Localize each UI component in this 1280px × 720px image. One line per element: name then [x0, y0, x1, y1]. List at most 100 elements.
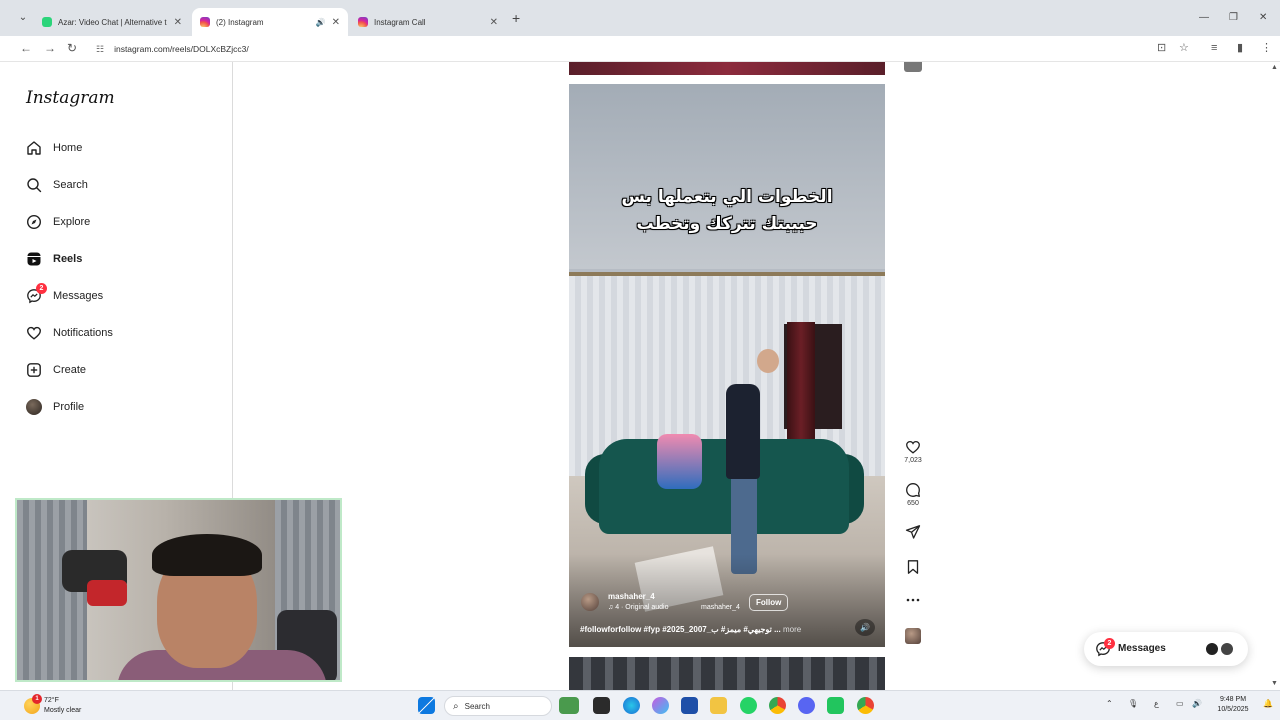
- follow-button[interactable]: Follow: [749, 594, 789, 611]
- sidebar-item-label: Explore: [53, 216, 91, 228]
- sidebar-item-explore[interactable]: Explore: [25, 210, 90, 234]
- widgets-icon[interactable]: [559, 697, 579, 714]
- close-tab-icon[interactable]: ✕: [174, 17, 182, 28]
- reload-icon[interactable]: ↻: [67, 41, 77, 55]
- caption-line: الخطوات الي بتعملها بس: [621, 187, 833, 207]
- task-view-icon[interactable]: [593, 697, 610, 714]
- tab-azar[interactable]: Azar: Video Chat | Alternative t ✕: [34, 8, 190, 36]
- like-count: 7,023: [904, 457, 922, 464]
- previous-reel-avatar[interactable]: [904, 62, 922, 72]
- forward-icon[interactable]: →: [44, 41, 56, 55]
- previous-reel-preview[interactable]: [569, 62, 885, 75]
- store-icon[interactable]: [681, 697, 698, 714]
- sidebar-item-label: Notifications: [53, 327, 113, 339]
- sidebar-item-search[interactable]: Search: [25, 173, 88, 197]
- whatsapp-icon[interactable]: [740, 697, 757, 714]
- sofa-image: [599, 439, 849, 534]
- network-icon[interactable]: ▭: [1176, 699, 1184, 708]
- messenger-icon: 2: [25, 283, 47, 305]
- weather-condition: Mostly clear: [44, 707, 82, 714]
- sidebar-item-notifications[interactable]: Notifications: [25, 321, 113, 345]
- tab-search-menu-icon[interactable]: ⌄: [16, 11, 30, 25]
- edge-icon[interactable]: [623, 697, 640, 714]
- app-icon[interactable]: [827, 697, 844, 714]
- sidebar-item-home[interactable]: Home: [25, 136, 82, 160]
- tab-instagram[interactable]: (2) Instagram 🔊 ✕: [192, 8, 348, 36]
- sidebar-item-profile[interactable]: Profile: [25, 395, 84, 419]
- sidebar-item-create[interactable]: Create: [25, 358, 86, 382]
- reel-video[interactable]: الخطوات الي بتعملها بس حبيبتك تتركك وتخط…: [569, 84, 885, 647]
- more-link[interactable]: more: [783, 625, 801, 634]
- browser-tab-bar: ⌄ Azar: Video Chat | Alternative t ✕ (2)…: [0, 0, 1280, 36]
- reel-overlay-caption: الخطوات الي بتعملها بس حبيبتك تتركك وتخط…: [569, 184, 885, 238]
- instagram-logo[interactable]: Instagram: [26, 88, 115, 108]
- taskbar: 1 72°F Mostly clear ⌕ Search ⌃ 🎙 ع ▭ 🔊 9…: [0, 690, 1280, 720]
- sidebar-item-reels[interactable]: Reels: [25, 247, 82, 271]
- author-avatar[interactable]: [581, 593, 599, 611]
- system-clock[interactable]: 9:48 PM 10/5/2025: [1210, 695, 1256, 715]
- contact-avatar: [1219, 641, 1235, 657]
- bookmark-star-icon[interactable]: ☆: [1179, 42, 1189, 54]
- sidebar-item-messages[interactable]: 2 Messages: [25, 283, 103, 308]
- share-button[interactable]: [897, 524, 929, 540]
- microphone-tray-icon[interactable]: 🎙: [1128, 699, 1138, 708]
- media-controls-icon[interactable]: ≡: [1211, 42, 1217, 54]
- tab-instagram-call[interactable]: Instagram Call ✕: [350, 8, 506, 36]
- scroll-up-arrow-icon[interactable]: ▲: [1271, 64, 1278, 71]
- volume-tray-icon[interactable]: 🔊: [1192, 699, 1202, 708]
- search-icon: [25, 176, 43, 194]
- chrome-icon[interactable]: [769, 697, 786, 714]
- minimize-icon[interactable]: —: [1199, 12, 1209, 23]
- comment-button[interactable]: 650: [897, 482, 929, 507]
- plus-square-icon: [25, 361, 43, 379]
- sidebar-item-label: Profile: [53, 401, 85, 413]
- url-field[interactable]: ☷ instagram.com/reels/DOLXcBZjcc3/: [92, 39, 1192, 59]
- restore-icon[interactable]: ❐: [1229, 12, 1238, 23]
- clock-date: 10/5/2025: [1217, 706, 1249, 713]
- weather-temp: 72°F: [44, 697, 59, 704]
- copilot-icon[interactable]: [652, 697, 669, 714]
- taskbar-search[interactable]: ⌕ Search: [444, 696, 552, 716]
- extension-icon[interactable]: ▮: [1237, 42, 1243, 54]
- save-button[interactable]: [897, 559, 929, 575]
- hashtags[interactable]: #followforfollow #fyp #2025_2007_توجيهي#…: [580, 625, 781, 634]
- site-info-icon[interactable]: ☷: [96, 44, 104, 55]
- notification-bell-icon[interactable]: 🔔: [1263, 699, 1273, 708]
- share-icon: [905, 525, 921, 539]
- heart-icon: [25, 324, 43, 342]
- close-tab-icon[interactable]: ✕: [490, 17, 498, 28]
- home-icon: [25, 139, 43, 157]
- chrome-icon[interactable]: [857, 697, 874, 714]
- new-tab-button[interactable]: +: [512, 11, 520, 25]
- sidebar-item-label: Reels: [53, 253, 83, 265]
- messages-floating-button[interactable]: 2 Messages: [1084, 632, 1248, 666]
- weather-badge: 1: [32, 694, 42, 704]
- messages-label: Messages: [1118, 643, 1166, 654]
- install-app-icon[interactable]: ⊡: [1157, 42, 1166, 54]
- tab-label: (2) Instagram: [216, 17, 264, 27]
- back-icon[interactable]: ←: [20, 41, 32, 55]
- scroll-down-arrow-icon[interactable]: ▼: [1271, 680, 1278, 687]
- audio-author[interactable]: mashaher_4: [701, 604, 740, 611]
- discord-icon[interactable]: [798, 697, 815, 714]
- language-icon[interactable]: ع: [1154, 699, 1159, 708]
- more-options-button[interactable]: [897, 594, 929, 606]
- close-tab-icon[interactable]: ✕: [332, 17, 340, 28]
- search-icon: ⌕: [453, 700, 459, 712]
- url-text: instagram.com/reels/DOLXcBZjcc3/: [114, 44, 249, 54]
- speaker-icon[interactable]: 🔊: [316, 18, 326, 27]
- contact-avatar: [1204, 641, 1220, 657]
- like-button[interactable]: 7,023: [897, 439, 929, 464]
- author-username[interactable]: mashaher_4: [608, 592, 655, 601]
- volume-icon[interactable]: 🔊: [855, 619, 875, 636]
- browser-menu-icon[interactable]: ⋮: [1261, 42, 1272, 54]
- more-icon: [906, 598, 920, 602]
- original-audio-link[interactable]: ♫ 4 · Original audio: [608, 604, 669, 611]
- file-explorer-icon[interactable]: [710, 697, 727, 714]
- close-window-icon[interactable]: ✕: [1259, 12, 1267, 23]
- next-reel-preview[interactable]: [569, 657, 885, 690]
- audio-thumbnail[interactable]: [905, 628, 921, 644]
- sidebar-item-label: Search: [53, 179, 88, 191]
- start-icon[interactable]: [418, 697, 435, 714]
- tray-overflow-icon[interactable]: ⌃: [1106, 699, 1113, 708]
